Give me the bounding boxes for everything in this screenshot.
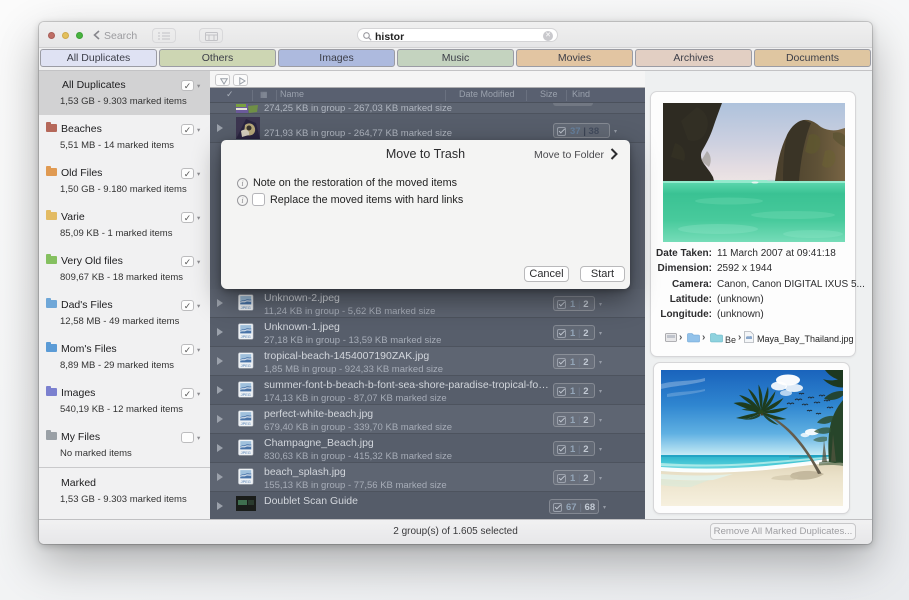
svg-text:JPEG: JPEG	[241, 334, 251, 339]
svg-text:JPEG: JPEG	[241, 450, 251, 455]
svg-text:JPEG: JPEG	[241, 305, 251, 310]
svg-text:JPEG: JPEG	[241, 392, 251, 397]
svg-text:JPEG: JPEG	[241, 363, 251, 368]
svg-text:JPEG: JPEG	[241, 421, 251, 426]
svg-text:JPEG: JPEG	[241, 479, 251, 484]
